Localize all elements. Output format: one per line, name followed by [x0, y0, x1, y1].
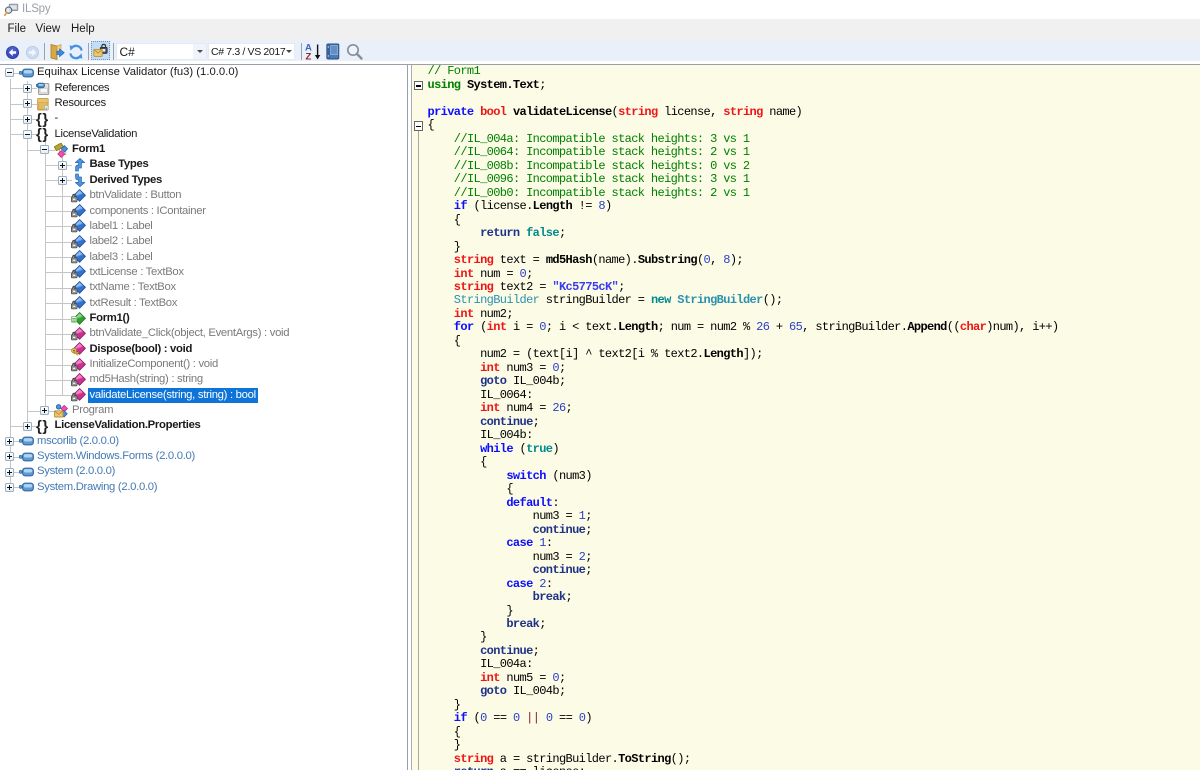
- svg-text:Z: Z: [306, 52, 312, 62]
